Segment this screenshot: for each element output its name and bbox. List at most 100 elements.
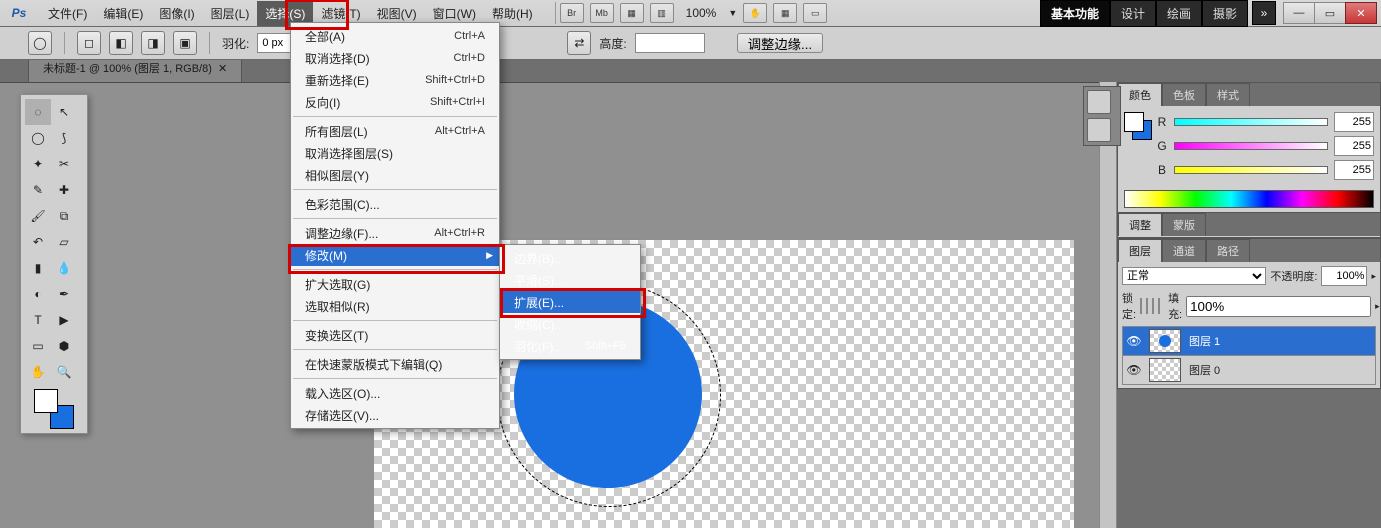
document-tab[interactable]: 未标题-1 @ 100% (图层 1, RGB/8) ✕ <box>28 57 242 82</box>
color-spectrum[interactable] <box>1124 190 1374 208</box>
g-input[interactable] <box>1334 136 1374 156</box>
brush-tool[interactable]: 🖌 <box>25 203 51 229</box>
foreground-color[interactable] <box>34 389 58 413</box>
opacity-input[interactable] <box>1321 266 1367 286</box>
workspace-1[interactable]: 设计 <box>1110 0 1156 27</box>
r-slider[interactable] <box>1174 116 1328 128</box>
menu-row-0[interactable]: 全部(A)Ctrl+A <box>291 25 499 47</box>
menu-row-7[interactable]: 相似图层(Y) <box>291 164 499 186</box>
menu-row-12[interactable]: 修改(M)边界(B)...平滑(S)...扩展(E)...收缩(C)...羽化(… <box>291 244 499 266</box>
tab-masks[interactable]: 蒙版 <box>1162 213 1206 236</box>
layer-thumb[interactable] <box>1149 358 1181 382</box>
submenu-item[interactable]: 羽化(F)...Shift+F6 <box>500 335 640 357</box>
menu-0[interactable]: 文件(F) <box>40 1 95 26</box>
type-tool[interactable]: T <box>25 307 51 333</box>
menu-row-21[interactable]: 载入选区(O)... <box>291 382 499 404</box>
tab-adjustments[interactable]: 调整 <box>1118 213 1162 236</box>
view-extras-icon[interactable]: ▦ <box>620 3 644 23</box>
3d-tool[interactable]: ⬢ <box>51 333 77 359</box>
blend-mode-select[interactable]: 正常 <box>1122 267 1266 285</box>
workspace-3[interactable]: 摄影 <box>1202 0 1248 27</box>
shape-tool[interactable]: ▭ <box>25 333 51 359</box>
layer-name[interactable]: 图层 1 <box>1185 333 1375 349</box>
menu-row-19[interactable]: 在快速蒙版模式下编辑(Q) <box>291 353 499 375</box>
tool-preset-icon[interactable]: ◯ <box>28 31 52 55</box>
refine-edge-button[interactable]: 调整边缘... <box>737 33 823 53</box>
height-input[interactable] <box>635 33 705 53</box>
menu-row-5[interactable]: 所有图层(L)Alt+Ctrl+A <box>291 120 499 142</box>
gradient-tool[interactable]: ▮ <box>25 255 51 281</box>
g-slider[interactable] <box>1174 140 1328 152</box>
chevron-right-icon[interactable]: ▸ <box>1375 301 1380 312</box>
marquee-tool[interactable]: ◌ <box>25 99 51 125</box>
submenu-item[interactable]: 边界(B)... <box>500 247 640 269</box>
lock-position-icon[interactable] <box>1152 298 1154 314</box>
workspace-more-icon[interactable]: » <box>1252 1 1276 25</box>
healing-tool[interactable]: ✚ <box>51 177 77 203</box>
menu-row-17[interactable]: 变换选区(T) <box>291 324 499 346</box>
stamp-tool[interactable]: ⧉ <box>51 203 77 229</box>
crop-tool[interactable]: ✂ <box>51 151 77 177</box>
visibility-icon[interactable]: 👁 <box>1123 363 1145 377</box>
menu-row-9[interactable]: 色彩范围(C)... <box>291 193 499 215</box>
tab-channels[interactable]: 通道 <box>1162 239 1206 262</box>
move-tool[interactable]: ↖ <box>51 99 77 125</box>
pen-tool[interactable]: ✒ <box>51 281 77 307</box>
tab-styles[interactable]: 样式 <box>1206 83 1250 106</box>
b-input[interactable] <box>1334 160 1374 180</box>
fill-input[interactable] <box>1186 296 1371 317</box>
window-maximize-button[interactable]: ▭ <box>1314 2 1346 24</box>
quick-select-tool[interactable]: ✦ <box>25 151 51 177</box>
add-selection-icon[interactable]: ◧ <box>109 31 133 55</box>
window-minimize-button[interactable]: — <box>1283 2 1315 24</box>
submenu-item[interactable]: 扩展(E)... <box>500 291 640 313</box>
menu-row-11[interactable]: 调整边缘(F)...Alt+Ctrl+R <box>291 222 499 244</box>
zoom-level[interactable]: 100% <box>686 6 717 20</box>
menu-row-2[interactable]: 重新选择(E)Shift+Ctrl+D <box>291 69 499 91</box>
blur-tool[interactable]: 💧 <box>51 255 77 281</box>
color-swatches[interactable] <box>34 389 74 429</box>
menu-3[interactable]: 图层(L) <box>203 1 258 26</box>
actions-panel-icon[interactable] <box>1087 118 1111 142</box>
window-close-button[interactable]: ✕ <box>1345 2 1377 24</box>
tab-color[interactable]: 颜色 <box>1118 83 1162 106</box>
submenu-item[interactable]: 收缩(C)... <box>500 313 640 335</box>
swap-wh-icon[interactable]: ⇄ <box>567 31 591 55</box>
subtract-selection-icon[interactable]: ◨ <box>141 31 165 55</box>
menu-row-3[interactable]: 反向(I)Shift+Ctrl+I <box>291 91 499 113</box>
tab-swatches[interactable]: 色板 <box>1162 83 1206 106</box>
tab-layers[interactable]: 图层 <box>1118 239 1162 262</box>
view-extras2-icon[interactable]: ▥ <box>650 3 674 23</box>
menu-row-6[interactable]: 取消选择图层(S) <box>291 142 499 164</box>
panel-swatch[interactable] <box>1124 112 1152 140</box>
zoom-tool[interactable]: 🔍 <box>51 359 77 385</box>
menu-row-22[interactable]: 存储选区(V)... <box>291 404 499 426</box>
ellipse-marquee-tool[interactable]: ◯ <box>25 125 51 151</box>
workspace-0[interactable]: 基本功能 <box>1040 0 1110 27</box>
r-input[interactable] <box>1334 112 1374 132</box>
dodge-tool[interactable]: ◐ <box>25 281 51 307</box>
layer-thumb[interactable] <box>1149 329 1181 353</box>
menu-2[interactable]: 图像(I) <box>151 1 202 26</box>
visibility-icon[interactable]: 👁 <box>1123 334 1145 348</box>
layer-row-0[interactable]: 👁 图层 1 <box>1122 326 1376 356</box>
chevron-right-icon[interactable]: ▸ <box>1371 271 1376 282</box>
hand-tool[interactable]: ✋ <box>25 359 51 385</box>
layer-row-1[interactable]: 👁 图层 0 <box>1122 355 1376 385</box>
eyedropper-tool[interactable]: ✎ <box>25 177 51 203</box>
workspace-2[interactable]: 绘画 <box>1156 0 1202 27</box>
intersect-selection-icon[interactable]: ▣ <box>173 31 197 55</box>
history-panel-icon[interactable] <box>1087 90 1111 114</box>
lock-transparent-icon[interactable] <box>1140 298 1142 314</box>
menu-row-1[interactable]: 取消选择(D)Ctrl+D <box>291 47 499 69</box>
tab-paths[interactable]: 路径 <box>1206 239 1250 262</box>
hand-tool-icon[interactable]: ✋ <box>743 3 767 23</box>
history-brush-tool[interactable]: ↶ <box>25 229 51 255</box>
path-select-tool[interactable]: ▶ <box>51 307 77 333</box>
screen-mode-icon[interactable]: ▭ <box>803 3 827 23</box>
b-slider[interactable] <box>1174 164 1328 176</box>
lock-pixels-icon[interactable] <box>1146 298 1148 314</box>
menu-row-15[interactable]: 选取相似(R) <box>291 295 499 317</box>
lock-all-icon[interactable] <box>1158 298 1160 314</box>
bridge-icon[interactable]: Br <box>560 3 584 23</box>
